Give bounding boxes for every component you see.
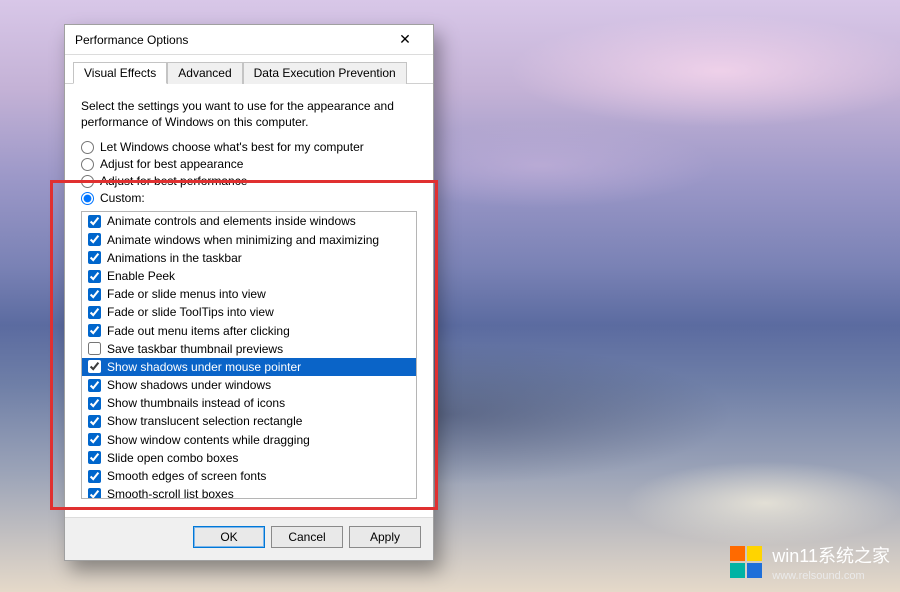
option-row[interactable]: Animate controls and elements inside win…	[82, 212, 416, 230]
dialog-title: Performance Options	[75, 33, 385, 47]
radio-input[interactable]	[81, 192, 94, 205]
option-checkbox[interactable]	[88, 270, 101, 283]
option-checkbox[interactable]	[88, 215, 101, 228]
ok-button[interactable]: OK	[193, 526, 265, 548]
visual-effects-list[interactable]: Animate controls and elements inside win…	[81, 211, 417, 499]
option-label: Smooth edges of screen fonts	[107, 468, 266, 484]
option-row[interactable]: Show window contents while dragging	[82, 431, 416, 449]
option-label: Show thumbnails instead of icons	[107, 395, 285, 411]
option-row[interactable]: Enable Peek	[82, 267, 416, 285]
option-label: Animate windows when minimizing and maxi…	[107, 232, 379, 248]
radio-custom[interactable]: Custom:	[81, 191, 417, 205]
panel-description: Select the settings you want to use for …	[81, 98, 417, 130]
watermark-url: www.relsound.com	[772, 570, 890, 582]
option-row[interactable]: Save taskbar thumbnail previews	[82, 340, 416, 358]
dialog-titlebar: Performance Options ✕	[65, 25, 433, 55]
option-row[interactable]: Smooth-scroll list boxes	[82, 485, 416, 499]
option-row[interactable]: Fade out menu items after clicking	[82, 322, 416, 340]
option-row[interactable]: Slide open combo boxes	[82, 449, 416, 467]
option-row[interactable]: Animate windows when minimizing and maxi…	[82, 231, 416, 249]
option-label: Fade or slide menus into view	[107, 286, 266, 302]
tabs-row: Visual Effects Advanced Data Execution P…	[65, 55, 433, 84]
option-row[interactable]: Fade or slide ToolTips into view	[82, 303, 416, 321]
option-label: Smooth-scroll list boxes	[107, 486, 234, 499]
option-label: Animations in the taskbar	[107, 250, 242, 266]
option-label: Animate controls and elements inside win…	[107, 213, 356, 229]
option-checkbox[interactable]	[88, 488, 101, 500]
watermark: win11系统之家 www.relsound.com	[730, 542, 890, 582]
option-row[interactable]: Show shadows under mouse pointer	[82, 358, 416, 376]
option-checkbox[interactable]	[88, 397, 101, 410]
option-checkbox[interactable]	[88, 233, 101, 246]
watermark-title: win11系统之家	[772, 542, 890, 568]
option-row[interactable]: Show thumbnails instead of icons	[82, 394, 416, 412]
option-row[interactable]: Fade or slide menus into view	[82, 285, 416, 303]
option-row[interactable]: Smooth edges of screen fonts	[82, 467, 416, 485]
radio-input[interactable]	[81, 175, 94, 188]
option-label: Fade or slide ToolTips into view	[107, 304, 274, 320]
option-checkbox[interactable]	[88, 470, 101, 483]
option-label: Slide open combo boxes	[107, 450, 238, 466]
radio-label: Let Windows choose what's best for my co…	[100, 140, 364, 154]
option-row[interactable]: Animations in the taskbar	[82, 249, 416, 267]
cancel-button[interactable]: Cancel	[271, 526, 343, 548]
option-label: Show translucent selection rectangle	[107, 413, 302, 429]
dialog-button-row: OK Cancel Apply	[65, 517, 433, 560]
option-label: Show shadows under mouse pointer	[107, 359, 301, 375]
option-checkbox[interactable]	[88, 415, 101, 428]
radio-let-windows-choose[interactable]: Let Windows choose what's best for my co…	[81, 140, 417, 154]
close-button[interactable]: ✕	[385, 28, 425, 52]
option-row[interactable]: Show translucent selection rectangle	[82, 412, 416, 430]
tab-dep[interactable]: Data Execution Prevention	[243, 62, 407, 84]
option-checkbox[interactable]	[88, 342, 101, 355]
option-checkbox[interactable]	[88, 379, 101, 392]
radio-label: Custom:	[100, 191, 145, 205]
tab-advanced[interactable]: Advanced	[167, 62, 242, 84]
radio-input[interactable]	[81, 158, 94, 171]
option-checkbox[interactable]	[88, 433, 101, 446]
option-label: Show window contents while dragging	[107, 432, 310, 448]
option-label: Fade out menu items after clicking	[107, 323, 290, 339]
radio-label: Adjust for best appearance	[100, 157, 243, 171]
performance-options-dialog: Performance Options ✕ Visual Effects Adv…	[64, 24, 434, 561]
radio-label: Adjust for best performance	[100, 174, 247, 188]
tab-visual-effects[interactable]: Visual Effects	[73, 62, 167, 84]
option-label: Enable Peek	[107, 268, 175, 284]
option-checkbox[interactable]	[88, 324, 101, 337]
option-checkbox[interactable]	[88, 360, 101, 373]
close-icon: ✕	[399, 31, 411, 48]
watermark-logo-icon	[730, 546, 762, 578]
option-label: Save taskbar thumbnail previews	[107, 341, 283, 357]
option-checkbox[interactable]	[88, 251, 101, 264]
option-checkbox[interactable]	[88, 451, 101, 464]
option-checkbox[interactable]	[88, 306, 101, 319]
radio-best-appearance[interactable]: Adjust for best appearance	[81, 157, 417, 171]
option-label: Show shadows under windows	[107, 377, 271, 393]
option-checkbox[interactable]	[88, 288, 101, 301]
tab-panel: Select the settings you want to use for …	[65, 84, 433, 517]
apply-button[interactable]: Apply	[349, 526, 421, 548]
option-row[interactable]: Show shadows under windows	[82, 376, 416, 394]
radio-input[interactable]	[81, 141, 94, 154]
radio-best-performance[interactable]: Adjust for best performance	[81, 174, 417, 188]
